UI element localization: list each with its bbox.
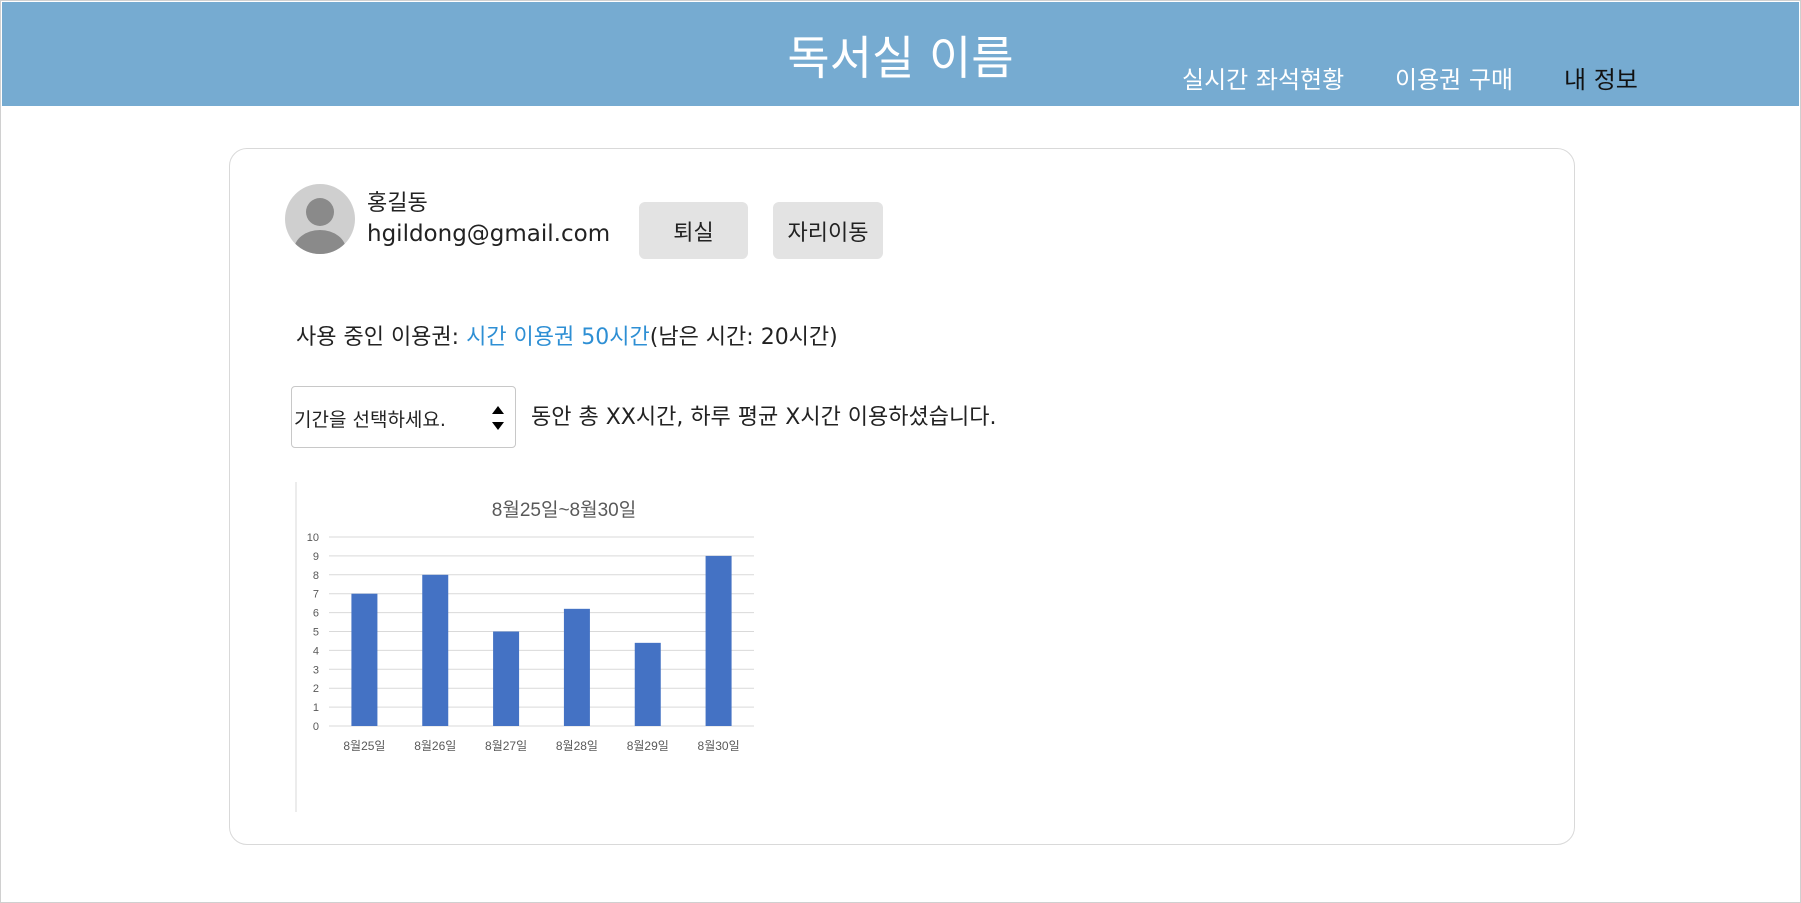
usage-bar-chart: 8월25일~8월30일 0 1 2 3 4 5 6 7 8 9 10 8월25일 8월26일 8월27일 8…: [295, 482, 754, 812]
x-tick-label: 8월25일: [343, 739, 385, 753]
bar-4: [563, 608, 590, 726]
period-select-value: 기간을 선택하세요.: [294, 409, 446, 431]
y-tick-label: 7: [313, 589, 319, 601]
y-tick-label: 2: [313, 683, 319, 695]
user-avatar-icon: [285, 184, 355, 254]
move-seat-button[interactable]: 자리이동: [773, 202, 883, 259]
top-header: 독서실 이름 실시간 좌석현황 이용권 구매 내 정보: [2, 2, 1799, 106]
up-down-arrows-icon: [492, 406, 504, 430]
x-tick-label: 8월27일: [485, 739, 527, 753]
my-info-card: 홍길동 hgildong@gmail.com 퇴실 자리이동 사용 중인 이용권…: [229, 148, 1575, 845]
y-tick-label: 4: [313, 645, 319, 657]
nav-my-info[interactable]: 내 정보: [1564, 60, 1638, 95]
y-tick-label: 6: [313, 608, 319, 620]
y-tick-label: 9: [313, 551, 319, 563]
y-tick-label: 3: [313, 664, 319, 676]
bar-1: [351, 593, 378, 726]
remaining-time: (남은 시간: 20시간): [649, 325, 838, 350]
chart-title: 8월25일~8월30일: [492, 499, 636, 521]
bar-5: [634, 642, 661, 726]
y-tick-label: 1: [313, 702, 319, 714]
y-tick-label: 0: [313, 721, 319, 733]
y-tick-label: 5: [313, 627, 319, 639]
bar-2: [422, 574, 449, 726]
x-tick-label: 8월26일: [414, 739, 456, 753]
x-tick-label: 8월29일: [627, 739, 669, 753]
user-name: 홍길동: [367, 191, 428, 216]
checkout-button[interactable]: 퇴실: [639, 202, 748, 259]
user-email: hgildong@gmail.com: [367, 221, 611, 247]
period-select[interactable]: 기간을 선택하세요.: [291, 386, 516, 448]
usage-summary: 동안 총 XX시간, 하루 평균 X시간 이용하셨습니다.: [531, 405, 997, 430]
site-title: 독서실 이름: [787, 31, 1014, 85]
active-pass-line: 사용 중인 이용권: 시간 이용권 50시간(남은 시간: 20시간): [296, 319, 838, 351]
y-tick-label: 8: [313, 570, 319, 582]
nav-buy-pass[interactable]: 이용권 구매: [1395, 60, 1513, 95]
bar-3: [493, 631, 520, 726]
active-pass-label: 사용 중인 이용권:: [296, 325, 467, 350]
x-tick-label: 8월30일: [698, 739, 740, 753]
y-tick-label: 10: [307, 532, 319, 544]
bar-6: [705, 555, 732, 726]
active-pass-link[interactable]: 시간 이용권 50시간: [466, 325, 650, 350]
x-tick-label: 8월28일: [556, 739, 598, 753]
nav-realtime-seats[interactable]: 실시간 좌석현황: [1182, 60, 1344, 95]
